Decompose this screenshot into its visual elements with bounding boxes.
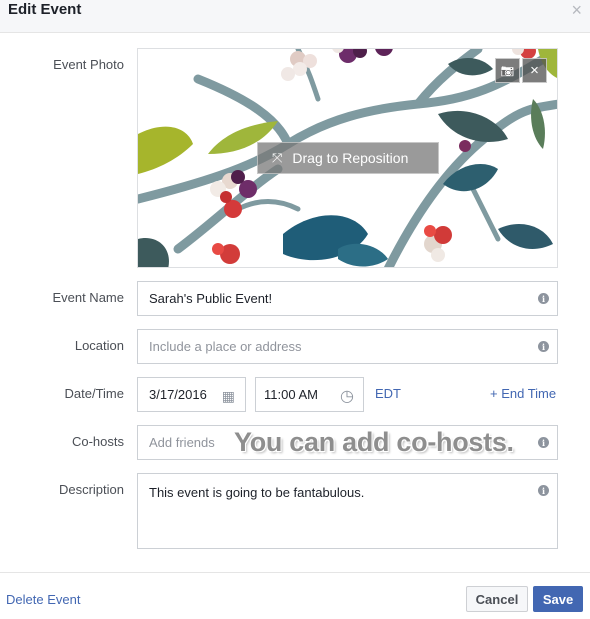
drag-label: Drag to Reposition (292, 150, 409, 166)
description-field[interactable]: This event is going to be fantabulous. i (137, 473, 558, 549)
timezone-link[interactable]: EDT (375, 386, 401, 401)
end-time-link[interactable]: + End Time (490, 386, 556, 401)
event-name-field[interactable]: Sarah's Public Event! i (137, 281, 558, 316)
time-value: 11:00 AM (264, 387, 318, 402)
change-photo-button[interactable]: 📷 (495, 58, 520, 83)
remove-icon: × (530, 62, 539, 79)
location-placeholder: Include a place or address (149, 339, 302, 354)
camera-icon: 📷 (500, 65, 515, 77)
save-button[interactable]: Save (533, 586, 583, 612)
close-icon[interactable]: × (571, 0, 582, 21)
reposition-icon: ⤧ (272, 150, 283, 165)
cohosts-label: Co-hosts (71, 434, 124, 449)
calendar-icon[interactable]: ▦ (222, 388, 235, 405)
datetime-label: Date/Time (64, 386, 124, 401)
cancel-button[interactable]: Cancel (466, 586, 528, 612)
description-label: Description (58, 482, 124, 497)
event-name-value: Sarah's Public Event! (149, 291, 273, 306)
clock-icon[interactable]: ◷ (340, 386, 354, 406)
location-label: Location (74, 338, 124, 353)
location-field[interactable]: Include a place or address i (137, 329, 558, 364)
cohosts-placeholder: Add friends (149, 435, 215, 450)
remove-photo-button[interactable]: × (522, 58, 547, 83)
info-icon[interactable]: i (538, 341, 549, 352)
drag-to-reposition[interactable]: ⤧ Drag to Reposition (257, 142, 439, 174)
delete-event-link[interactable]: Delete Event (6, 592, 80, 607)
dialog-title: Edit Event (8, 1, 82, 18)
description-value: This event is going to be fantabulous. (149, 485, 365, 500)
info-icon[interactable]: i (538, 485, 549, 496)
date-value: 3/17/2016 (149, 387, 207, 402)
date-field[interactable]: 3/17/2016 ▦ (137, 377, 246, 412)
event-name-label: Event Name (52, 290, 124, 305)
dialog-header: Edit Event × (0, 0, 590, 33)
event-photo: 📷 × ⤧ Drag to Reposition (137, 48, 558, 268)
event-photo-label: Event Photo (53, 57, 124, 72)
time-field[interactable]: 11:00 AM ◷ (255, 377, 364, 412)
info-icon[interactable]: i (538, 437, 549, 448)
info-icon[interactable]: i (538, 293, 549, 304)
annotation-caption: You can add co-hosts. (234, 427, 514, 457)
